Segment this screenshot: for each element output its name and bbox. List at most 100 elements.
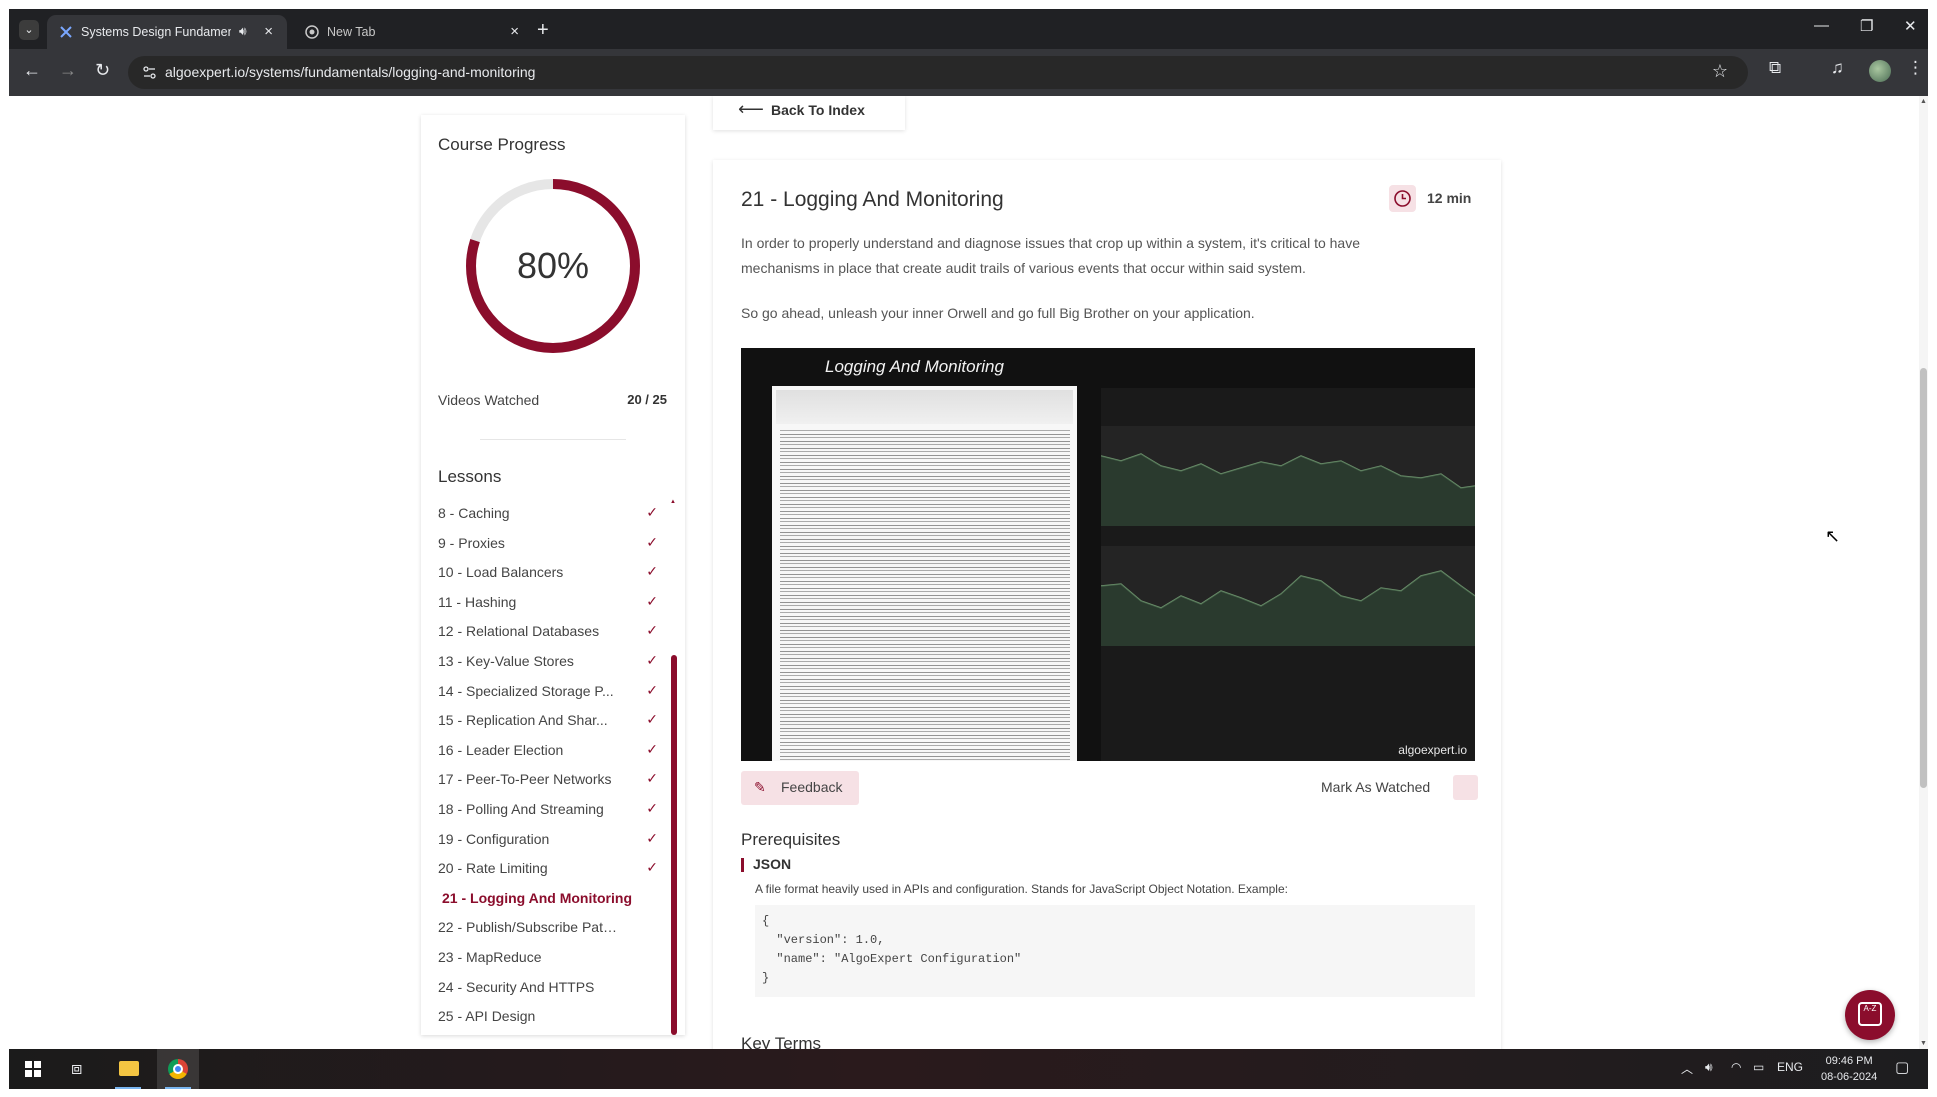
prerequisite-name: JSON: [753, 856, 792, 872]
reload-icon[interactable]: ↻: [95, 60, 110, 81]
mark-as-watched-checkbox[interactable]: [1453, 775, 1478, 800]
profile-avatar[interactable]: [1869, 60, 1891, 82]
lesson-label: 20 - Rate Limiting: [438, 860, 548, 877]
feedback-icon: ✎: [754, 779, 766, 795]
lesson-item[interactable]: 14 - Specialized Storage P... ✓: [438, 677, 658, 707]
lesson-item[interactable]: 22 - Publish/Subscribe Pattern: [438, 913, 658, 943]
lesson-item[interactable]: 20 - Rate Limiting ✓: [438, 854, 658, 884]
lesson-list: 8 - Caching ✓ 9 - Proxies ✓ 10 - Load Balanc…: [438, 499, 658, 1032]
lessons-scroll-down-icon[interactable]: ▼: [670, 1020, 676, 1026]
checkmark-icon: ✓: [646, 770, 658, 787]
checkmark-icon: ✓: [646, 592, 658, 609]
new-tab-button[interactable]: +: [537, 19, 549, 42]
page-viewport: Course Progress 80% Videos Watched 20 / …: [9, 96, 1919, 1049]
bookmark-star-icon[interactable]: ☆: [1712, 61, 1728, 82]
lesson-label: 16 - Leader Election: [438, 741, 564, 758]
checkmark-icon: ✓: [646, 622, 658, 639]
lesson-item[interactable]: 17 - Peer-To-Peer Networks ✓: [438, 765, 658, 795]
close-tab-icon[interactable]: ×: [510, 23, 519, 40]
feedback-button[interactable]: ✎ Feedback: [741, 771, 859, 805]
checkmark-icon: ✓: [646, 829, 658, 846]
lesson-item[interactable]: 10 - Load Balancers ✓: [438, 558, 658, 588]
windows-start-icon[interactable]: [25, 1061, 41, 1077]
menu-icon[interactable]: ⋮: [1907, 58, 1924, 78]
chrome-app[interactable]: [157, 1049, 199, 1089]
lesson-label: 17 - Peer-To-Peer Networks: [438, 771, 612, 788]
task-view-icon[interactable]: ⧈: [71, 1058, 82, 1079]
address-bar[interactable]: algoexpert.io/systems/fundamentals/loggi…: [128, 56, 1748, 89]
lessons-scrollbar[interactable]: [671, 655, 677, 1035]
lesson-description: In order to properly understand and diag…: [741, 235, 1361, 276]
back-to-index-button[interactable]: ⟵ Back To Index: [713, 96, 905, 130]
volume-icon[interactable]: 🔊︎: [1705, 1060, 1713, 1075]
tab-title: New Tab: [327, 25, 376, 39]
lesson-item[interactable]: 25 - API Design: [438, 1002, 658, 1032]
lesson-label: 15 - Replication And Shar...: [438, 712, 608, 729]
clock-icon: [1389, 185, 1416, 212]
lesson-item[interactable]: 23 - MapReduce: [438, 943, 658, 973]
active-indicator: [165, 1087, 191, 1089]
page-scrollbar[interactable]: ▲ ▼: [1919, 96, 1928, 1049]
site-info-icon[interactable]: [142, 65, 157, 80]
lesson-item[interactable]: 16 - Leader Election ✓: [438, 736, 658, 766]
video-log-screenshot: [772, 386, 1077, 761]
video-title: Logging And Monitoring: [825, 357, 1004, 376]
lesson-item[interactable]: 15 - Replication And Shar... ✓: [438, 706, 658, 736]
lesson-label: 8 - Caching: [438, 505, 510, 521]
extensions-icon[interactable]: ⧉: [1769, 58, 1781, 78]
code-example: { "version": 1.0, "name": "AlgoExpert Co…: [755, 905, 1475, 997]
checkmark-icon: ✓: [646, 799, 658, 816]
system-clock[interactable]: 09:46 PM 08-06-2024: [1821, 1053, 1877, 1085]
lesson-item[interactable]: 12 - Relational Databases ✓: [438, 617, 658, 647]
lesson-item[interactable]: 13 - Key-Value Stores ✓: [438, 647, 658, 677]
language-indicator[interactable]: ENG: [1777, 1060, 1803, 1074]
media-controls-icon[interactable]: ♫: [1831, 58, 1844, 78]
lesson-item[interactable]: 11 - Hashing ✓: [438, 588, 658, 618]
lesson-duration: 12 min: [1427, 190, 1472, 206]
notification-icon[interactable]: ▢: [1895, 1058, 1909, 1076]
lesson-label: 14 - Specialized Storage P...: [438, 682, 614, 699]
prerequisite-description: A file format heavily used in APIs and c…: [755, 882, 1288, 896]
video-player[interactable]: Logging And Monitoring algoexpert.io: [741, 348, 1475, 761]
lesson-item[interactable]: 19 - Configuration ✓: [438, 825, 658, 855]
show-hidden-icons-icon[interactable]: ︿: [1681, 1060, 1693, 1077]
back-arrow-icon[interactable]: ←: [23, 60, 41, 81]
lesson-item[interactable]: 9 - Proxies ✓: [438, 529, 658, 559]
code-line: "version": 1.0,: [762, 933, 885, 947]
tab-title: Systems Design Fundamentals: [81, 25, 231, 39]
tab-systems-design[interactable]: Systems Design Fundamentals 🔊︎ ×: [47, 15, 287, 49]
windows-taskbar: ⧈ ︿ 🔊︎ ◠ ▭ ENG 09:46 PM 08-06-2024 ▢: [9, 1049, 1928, 1089]
tab-new-tab[interactable]: New Tab ×: [293, 15, 533, 49]
restore-icon[interactable]: ❐: [1860, 17, 1873, 35]
key-terms-title: Key Terms: [741, 1034, 821, 1049]
lesson-label: 25 - API Design: [438, 1008, 536, 1025]
code-line: {: [762, 914, 770, 928]
scroll-down-icon[interactable]: ▼: [1920, 1040, 1927, 1047]
progress-percent: 80%: [516, 245, 590, 286]
speaker-icon[interactable]: 🔊︎: [239, 24, 247, 39]
network-icon[interactable]: ◠: [1731, 1060, 1741, 1074]
chat-support-button[interactable]: A-Z: [1845, 990, 1895, 1040]
page-scrollbar-thumb[interactable]: [1920, 368, 1927, 788]
close-window-icon[interactable]: ✕: [1904, 17, 1917, 35]
log-toolbar-image: [776, 390, 1073, 424]
file-explorer-app[interactable]: [107, 1049, 149, 1089]
lesson-item[interactable]: 21 - Logging And Monitoring: [438, 884, 658, 914]
scroll-up-icon[interactable]: ▲: [1920, 98, 1927, 105]
close-tab-icon[interactable]: ×: [264, 23, 273, 40]
lesson-item[interactable]: 24 - Security And HTTPS: [438, 973, 658, 1003]
battery-icon[interactable]: ▭: [1753, 1060, 1764, 1074]
lesson-label: 12 - Relational Databases: [438, 623, 600, 640]
algoexpert-favicon-icon: [60, 26, 72, 38]
lesson-label: 11 - Hashing: [438, 593, 517, 610]
browser-toolbar: ← → ↻ algoexpert.io/systems/fundamentals…: [9, 49, 1928, 96]
tab-search-button[interactable]: ⌄: [19, 20, 39, 40]
lesson-item[interactable]: 18 - Polling And Streaming ✓: [438, 795, 658, 825]
video-charts-screenshot: [1101, 388, 1475, 761]
minimize-icon[interactable]: —: [1814, 17, 1829, 34]
feedback-label: Feedback: [781, 779, 843, 795]
forward-arrow-icon[interactable]: →: [59, 60, 77, 81]
lessons-scroll-up-icon[interactable]: ▲: [670, 499, 676, 505]
lesson-item[interactable]: 8 - Caching ✓: [438, 499, 658, 529]
chrome-favicon-icon: [305, 25, 319, 39]
